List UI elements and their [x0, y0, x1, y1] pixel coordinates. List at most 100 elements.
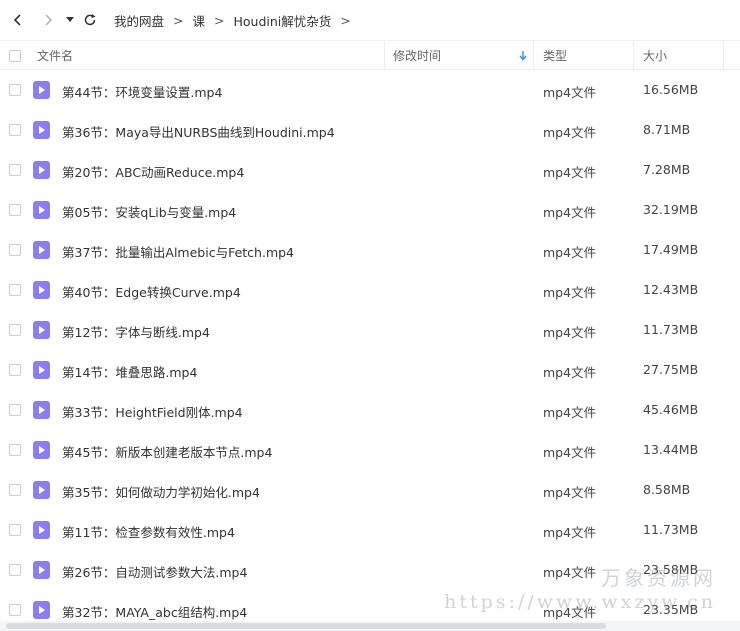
file-row[interactable]: 第26节：自动测试参数大法.mp4 mp4文件 23.58MB — [0, 550, 740, 590]
breadcrumb-item-folder[interactable]: Houdini解忧杂货 — [234, 11, 332, 30]
row-checkbox[interactable] — [9, 604, 21, 616]
history-dropdown-button[interactable] — [64, 10, 76, 30]
file-row[interactable]: 第35节：如何做动力学初始化.mp4 mp4文件 8.58MB — [0, 470, 740, 510]
breadcrumb-item-course[interactable]: 课 — [193, 11, 206, 30]
file-size: 27.75MB — [643, 362, 699, 377]
file-type: mp4文件 — [543, 565, 597, 580]
file-size: 11.73MB — [643, 322, 699, 337]
video-file-icon — [33, 81, 50, 99]
file-name[interactable]: 第44节：环境变量设置.mp4 — [62, 82, 222, 101]
back-button[interactable] — [8, 10, 28, 30]
row-checkbox[interactable] — [9, 524, 21, 536]
column-type-label: 类型 — [543, 49, 568, 63]
chevron-right-icon — [45, 14, 53, 26]
file-name[interactable]: 第05节：安装qLib与变量.mp4 — [62, 202, 236, 221]
file-size: 8.71MB — [643, 122, 691, 137]
file-size: 23.58MB — [643, 562, 699, 577]
file-list-header: 文件名 修改时间 类型 大小 — [0, 40, 740, 70]
file-size: 16.56MB — [643, 82, 699, 97]
refresh-button[interactable] — [80, 10, 100, 30]
file-row[interactable]: 第20节：ABC动画Reduce.mp4 mp4文件 7.28MB — [0, 150, 740, 190]
file-size: 17.49MB — [643, 242, 699, 257]
file-name[interactable]: 第37节：批量输出Almebic与Fetch.mp4 — [62, 242, 294, 261]
file-name[interactable]: 第12节：字体与断线.mp4 — [62, 322, 210, 341]
row-checkbox[interactable] — [9, 564, 21, 576]
breadcrumb-item-root[interactable]: 我的网盘 — [114, 11, 164, 30]
video-file-icon — [33, 481, 50, 499]
row-checkbox[interactable] — [9, 364, 21, 376]
video-file-icon — [33, 601, 50, 619]
caret-down-icon — [66, 17, 74, 22]
file-name[interactable]: 第26节：自动测试参数大法.mp4 — [62, 562, 247, 581]
column-header-size[interactable]: 大小 — [643, 41, 667, 70]
file-size: 7.28MB — [643, 162, 691, 177]
select-all-checkbox[interactable] — [9, 49, 21, 62]
column-divider[interactable] — [533, 41, 534, 70]
row-checkbox[interactable] — [9, 124, 21, 136]
file-row[interactable]: 第33节：HeightField刚体.mp4 mp4文件 45.46MB — [0, 390, 740, 430]
video-file-icon — [33, 241, 50, 259]
video-file-icon — [33, 361, 50, 379]
column-header-type[interactable]: 类型 — [543, 41, 567, 70]
file-name[interactable]: 第45节：新版本创建老版本节点.mp4 — [62, 442, 272, 461]
file-row[interactable]: 第45节：新版本创建老版本节点.mp4 mp4文件 13.44MB — [0, 430, 740, 470]
column-modified-label: 修改时间 — [393, 49, 442, 63]
row-checkbox[interactable] — [9, 244, 21, 256]
file-name[interactable]: 第14节：堆叠思路.mp4 — [62, 362, 197, 381]
column-header-modified[interactable]: 修改时间 — [393, 41, 533, 70]
file-row[interactable]: 第12节：字体与断线.mp4 mp4文件 11.73MB — [0, 310, 740, 350]
column-header-name[interactable]: 文件名 — [37, 41, 73, 70]
file-row[interactable]: 第44节：环境变量设置.mp4 mp4文件 16.56MB — [0, 70, 740, 110]
file-size: 32.19MB — [643, 202, 699, 217]
column-size-label: 大小 — [643, 49, 668, 63]
file-size: 23.35MB — [643, 602, 699, 617]
file-row[interactable]: 第37节：批量输出Almebic与Fetch.mp4 mp4文件 17.49MB — [0, 230, 740, 270]
row-checkbox[interactable] — [9, 324, 21, 336]
select-all-cell — [9, 41, 21, 70]
file-row[interactable]: 第05节：安装qLib与变量.mp4 mp4文件 32.19MB — [0, 190, 740, 230]
chevron-left-icon — [13, 14, 21, 26]
file-row[interactable]: 第11节：检查参数有效性.mp4 mp4文件 11.73MB — [0, 510, 740, 550]
file-name[interactable]: 第36节：Maya导出NURBS曲线到Houdini.mp4 — [62, 122, 335, 141]
file-name[interactable]: 第33节：HeightField刚体.mp4 — [62, 402, 243, 421]
row-checkbox[interactable] — [9, 484, 21, 496]
forward-button[interactable] — [38, 10, 58, 30]
file-name[interactable]: 第35节：如何做动力学初始化.mp4 — [62, 482, 260, 501]
toolbar: 我的网盘 > 课 > Houdini解忧杂货 > — [0, 0, 740, 40]
column-divider[interactable] — [633, 41, 634, 70]
video-file-icon — [33, 321, 50, 339]
sort-arrow-down-icon — [519, 51, 527, 61]
file-name[interactable]: 第20节：ABC动画Reduce.mp4 — [62, 162, 244, 181]
file-type: mp4文件 — [543, 445, 597, 460]
breadcrumb-separator: > — [340, 12, 351, 28]
file-type: mp4文件 — [543, 165, 597, 180]
column-divider[interactable] — [723, 41, 724, 70]
file-type: mp4文件 — [543, 125, 597, 140]
row-checkbox[interactable] — [9, 404, 21, 416]
row-checkbox[interactable] — [9, 444, 21, 456]
row-checkbox[interactable] — [9, 284, 21, 296]
video-file-icon — [33, 521, 50, 539]
column-divider[interactable] — [384, 41, 385, 70]
file-name[interactable]: 第40节：Edge转换Curve.mp4 — [62, 282, 241, 301]
row-checkbox[interactable] — [9, 164, 21, 176]
file-row[interactable]: 第36节：Maya导出NURBS曲线到Houdini.mp4 mp4文件 8.7… — [0, 110, 740, 150]
file-name[interactable]: 第32节：MAYA_abc组结构.mp4 — [62, 602, 247, 621]
file-type: mp4文件 — [543, 525, 597, 540]
horizontal-scrollbar[interactable] — [0, 621, 740, 631]
file-type: mp4文件 — [543, 245, 597, 260]
file-size: 8.58MB — [643, 482, 691, 497]
file-type: mp4文件 — [543, 285, 597, 300]
file-name[interactable]: 第11节：检查参数有效性.mp4 — [62, 522, 235, 541]
file-row[interactable]: 第40节：Edge转换Curve.mp4 mp4文件 12.43MB — [0, 270, 740, 310]
row-checkbox[interactable] — [9, 84, 21, 96]
column-name-label: 文件名 — [37, 49, 74, 63]
row-checkbox[interactable] — [9, 204, 21, 216]
file-type: mp4文件 — [543, 85, 597, 100]
scrollbar-thumb[interactable] — [6, 623, 606, 629]
file-type: mp4文件 — [543, 485, 597, 500]
file-type: mp4文件 — [543, 605, 597, 620]
video-file-icon — [33, 441, 50, 459]
video-file-icon — [33, 121, 50, 139]
file-row[interactable]: 第14节：堆叠思路.mp4 mp4文件 27.75MB — [0, 350, 740, 390]
